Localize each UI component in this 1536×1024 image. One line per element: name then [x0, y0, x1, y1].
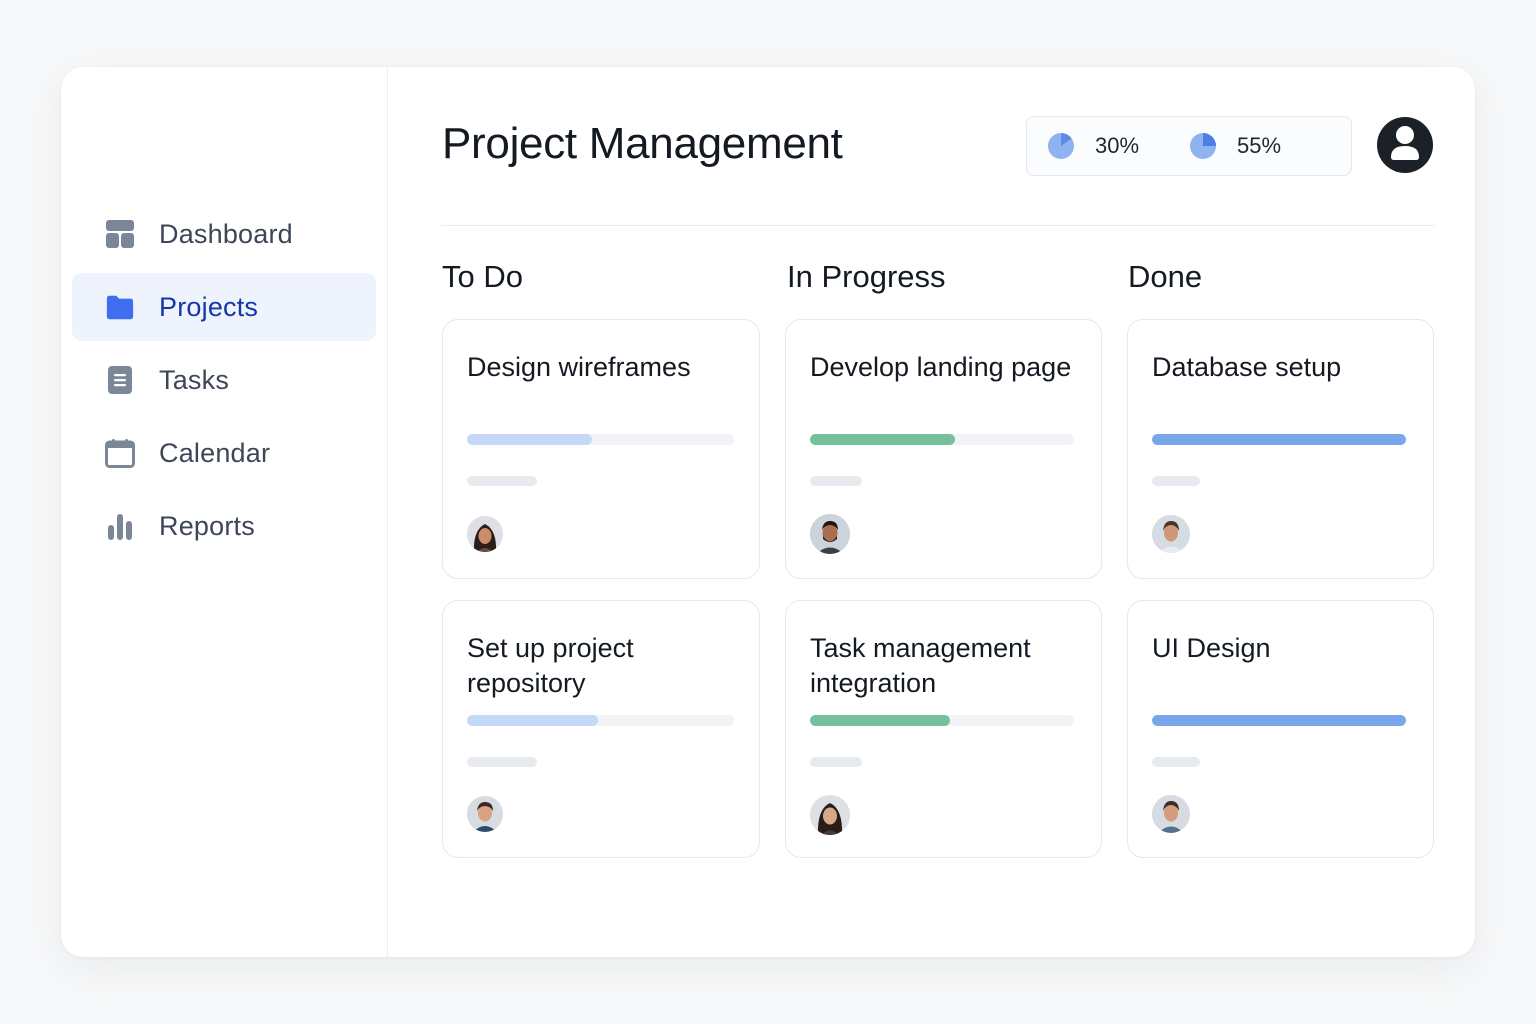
- avatar: [467, 796, 503, 832]
- task-title: UI Design: [1152, 633, 1271, 663]
- sidebar-item-label: Dashboard: [159, 218, 293, 249]
- sidebar: Dashboard Projects Tasks Calendar Report…: [61, 67, 388, 957]
- task-title: Develop landing page: [810, 352, 1072, 382]
- stat-value: 30%: [1095, 133, 1140, 158]
- stats-panel: 30% 55%: [1026, 116, 1352, 176]
- task-card[interactable]: Set up project repository: [442, 600, 760, 858]
- document-icon: [105, 364, 135, 396]
- sidebar-item-tasks[interactable]: Tasks: [72, 346, 376, 414]
- avatar: [467, 516, 503, 552]
- task-title: Task management integration: [810, 633, 1031, 698]
- placeholder-tag: [467, 476, 537, 486]
- avatar: [810, 514, 850, 554]
- sidebar-item-projects[interactable]: Projects: [72, 273, 376, 341]
- progress-fill: [1152, 715, 1406, 726]
- avatar: [1152, 795, 1190, 833]
- progress-bar: [810, 715, 1074, 726]
- progress-fill: [467, 715, 598, 726]
- progress-bar: [467, 715, 734, 726]
- app-window: Dashboard Projects Tasks Calendar Report…: [61, 67, 1475, 957]
- progress-bar: [810, 434, 1074, 445]
- task-title: Database setup: [1152, 352, 1342, 382]
- column-title-todo: To Do: [442, 259, 523, 294]
- stat-item: 55%: [1189, 132, 1281, 160]
- task-card[interactable]: Develop landing page: [785, 319, 1102, 579]
- sidebar-item-reports[interactable]: Reports: [72, 492, 376, 560]
- progress-fill: [1152, 434, 1406, 445]
- user-profile-button[interactable]: [1377, 117, 1433, 173]
- placeholder-tag: [810, 757, 862, 767]
- column-title-in-progress: In Progress: [787, 259, 946, 294]
- avatar: [810, 795, 850, 835]
- calendar-icon: [105, 437, 135, 469]
- stat-item: 30%: [1047, 132, 1139, 160]
- task-card[interactable]: Task management integration: [785, 600, 1102, 858]
- sidebar-item-label: Tasks: [159, 364, 230, 395]
- task-title: Set up project repository: [467, 633, 634, 698]
- sidebar-item-label: Calendar: [159, 437, 271, 468]
- sidebar-item-label: Reports: [159, 510, 255, 541]
- main-content: Project Management 30% 55% To Do In Prog…: [388, 67, 1475, 957]
- progress-fill: [810, 715, 950, 726]
- dashboard-icon: [105, 218, 135, 250]
- sidebar-item-dashboard[interactable]: Dashboard: [72, 200, 376, 268]
- stat-value: 55%: [1237, 133, 1282, 158]
- placeholder-tag: [1152, 476, 1200, 486]
- placeholder-tag: [1152, 757, 1200, 767]
- progress-fill: [810, 434, 956, 445]
- progress-fill: [467, 434, 593, 445]
- placeholder-tag: [810, 476, 862, 486]
- progress-bar: [467, 434, 734, 445]
- pie-chart-icon: [1047, 132, 1075, 160]
- progress-bar: [1152, 715, 1406, 726]
- task-card[interactable]: UI Design: [1127, 600, 1434, 858]
- task-card[interactable]: Design wireframes: [442, 319, 760, 579]
- header-divider: [441, 225, 1435, 226]
- avatar: [1152, 515, 1190, 553]
- task-title: Design wireframes: [467, 352, 691, 382]
- bar-chart-icon: [105, 510, 135, 542]
- placeholder-tag: [467, 757, 537, 767]
- sidebar-item-label: Projects: [159, 291, 259, 322]
- folder-icon: [105, 291, 135, 323]
- sidebar-item-calendar[interactable]: Calendar: [72, 419, 376, 487]
- task-card[interactable]: Database setup: [1127, 319, 1434, 579]
- pie-chart-icon: [1189, 132, 1217, 160]
- progress-bar: [1152, 434, 1406, 445]
- column-title-done: Done: [1128, 259, 1203, 294]
- user-icon: [1377, 117, 1433, 173]
- page-title: Project Management: [442, 119, 843, 168]
